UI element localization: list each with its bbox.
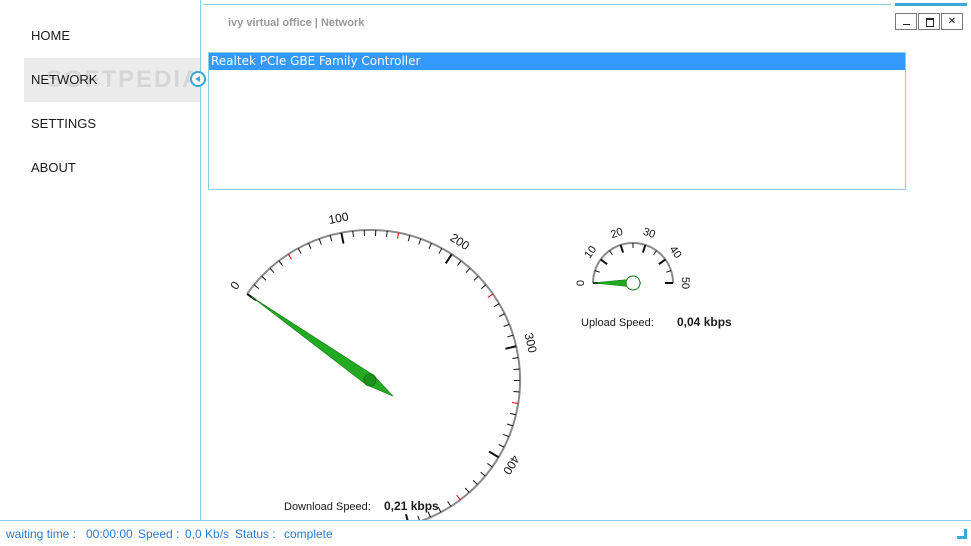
sidebar-item-about[interactable]: ABOUT [24,146,200,190]
sidebar: HOME SOFTPEDIA NETWORK SETTINGS ABOUT [0,0,206,520]
gauge-minor-tick [498,444,505,448]
gauge-arc [246,229,521,526]
gauge-tick-label: 50 [679,277,691,289]
gauge-tick-label: 200 [448,230,473,253]
network-adapter-list[interactable]: Realtek PCIe GBE Family Controller [208,52,906,190]
gauge-minor-tick [447,501,452,507]
gauge-minor-tick [653,250,657,255]
gauge-minor-tick [278,260,283,266]
title-accent-bar [895,3,967,6]
gauge-tick-label: 10 [582,244,599,261]
gauge-hub [625,275,641,291]
gauge-minor-tick [287,253,292,260]
gauge-tick-label: 100 [327,209,350,227]
waiting-time-label: waiting time : [6,527,77,541]
gauge-minor-tick [308,242,312,249]
sidebar-item-label: ABOUT [31,160,76,175]
gauge-minor-tick [666,270,672,273]
gauge-minor-tick [253,284,260,289]
gauge-major-tick [444,253,453,264]
gauge-minor-tick [386,230,388,238]
download-speed-label: Download Speed: [284,501,371,513]
sidebar-item-label: SETTINGS [31,116,97,131]
status-value: complete [284,527,333,541]
gauge-major-tick [340,232,345,244]
speed-value: 0,0 Kb/s [185,527,230,541]
gauge-minor-tick [493,303,500,308]
gauge-minor-tick [457,260,462,266]
gauge-minor-tick [506,423,513,427]
resize-grip[interactable] [957,529,967,539]
gauge-tick-label: 0 [227,278,242,292]
title-divider [203,4,891,5]
gauge-minor-tick [428,242,432,249]
gauge-minor-tick [480,471,486,477]
status-label: Status : [235,527,276,541]
close-icon: ✕ [947,16,957,27]
gauge-minor-tick [509,412,517,416]
gauge-minor-tick [512,402,519,404]
gauge-major-tick [600,258,608,265]
sidebar-item-label: HOME [31,28,70,43]
gauge-tick-label: 0 [575,280,587,286]
gauge-minor-tick [269,267,275,273]
gauge-minor-tick [418,238,422,245]
gauge-tick-label: 30 [641,226,656,241]
upload-speed-gauge: 0 10 20 30 40 50 [575,226,691,291]
gauge-major-tick [488,450,500,459]
gauge-minor-tick [456,494,461,501]
gauge-minor-tick [438,248,443,254]
minimize-icon [903,24,910,25]
speed-label: Speed : [138,527,180,541]
gauge-minor-tick [297,248,302,254]
active-indicator-icon [190,71,206,87]
list-item[interactable]: Realtek PCIe GBE Family Controller [209,53,905,70]
gauge-minor-tick [396,232,400,239]
gauge-minor-tick [464,487,470,493]
upload-speed-value: 0,04 kbps [677,315,732,329]
sidebar-item-network[interactable]: SOFTPEDIA NETWORK [24,58,206,102]
gauge-minor-tick [594,270,600,273]
gauge-major-tick [619,244,625,253]
minimize-button[interactable] [895,13,917,30]
gauge-tick-label: 300 [522,332,540,355]
sidebar-item-settings[interactable]: SETTINGS [24,102,200,146]
gauge-major-tick [658,258,666,265]
gauge-minor-tick [261,275,267,281]
gauge-minor-tick [472,480,478,485]
gauge-minor-tick [465,267,471,273]
waiting-time-value: 00:00:00 [86,527,133,541]
gauge-minor-tick [480,284,487,289]
app-window: HOME SOFTPEDIA NETWORK SETTINGS ABOUT iv… [0,0,971,546]
download-speed-value: 0,21 kbps [384,499,439,513]
gauge-minor-tick [352,230,354,238]
gauge-hub [363,373,377,387]
gauge-minor-tick [503,433,510,438]
gauge-tick-label: 400 [500,453,522,478]
gauge-tick-label: 20 [609,226,624,241]
gauge-minor-tick [498,313,505,317]
download-speed-gauge: 0100200300400500 [227,209,540,546]
window-controls: ✕ [895,13,964,30]
gauge-minor-tick [503,323,510,327]
gauge-minor-tick [487,463,493,468]
maximize-icon [926,18,934,27]
close-button[interactable]: ✕ [941,13,963,30]
gauge-minor-tick [318,238,322,245]
gauge-minor-tick [507,334,514,338]
gauge-major-tick [641,244,647,253]
window-title: ivy virtual office | Network [228,17,365,29]
maximize-button[interactable] [918,13,940,30]
sidebar-item-label: NETWORK [31,72,98,87]
sidebar-item-home[interactable]: HOME [24,14,200,58]
gauge-minor-tick [487,293,494,298]
gauge-tick-label: 40 [667,244,684,261]
gauge-minor-tick [329,235,333,242]
gauge-minor-tick [473,275,479,281]
gauge-minor-tick [407,235,411,242]
gauge-major-tick [505,345,517,350]
gauge-minor-tick [609,250,613,255]
upload-speed-label: Upload Speed: [581,317,654,329]
